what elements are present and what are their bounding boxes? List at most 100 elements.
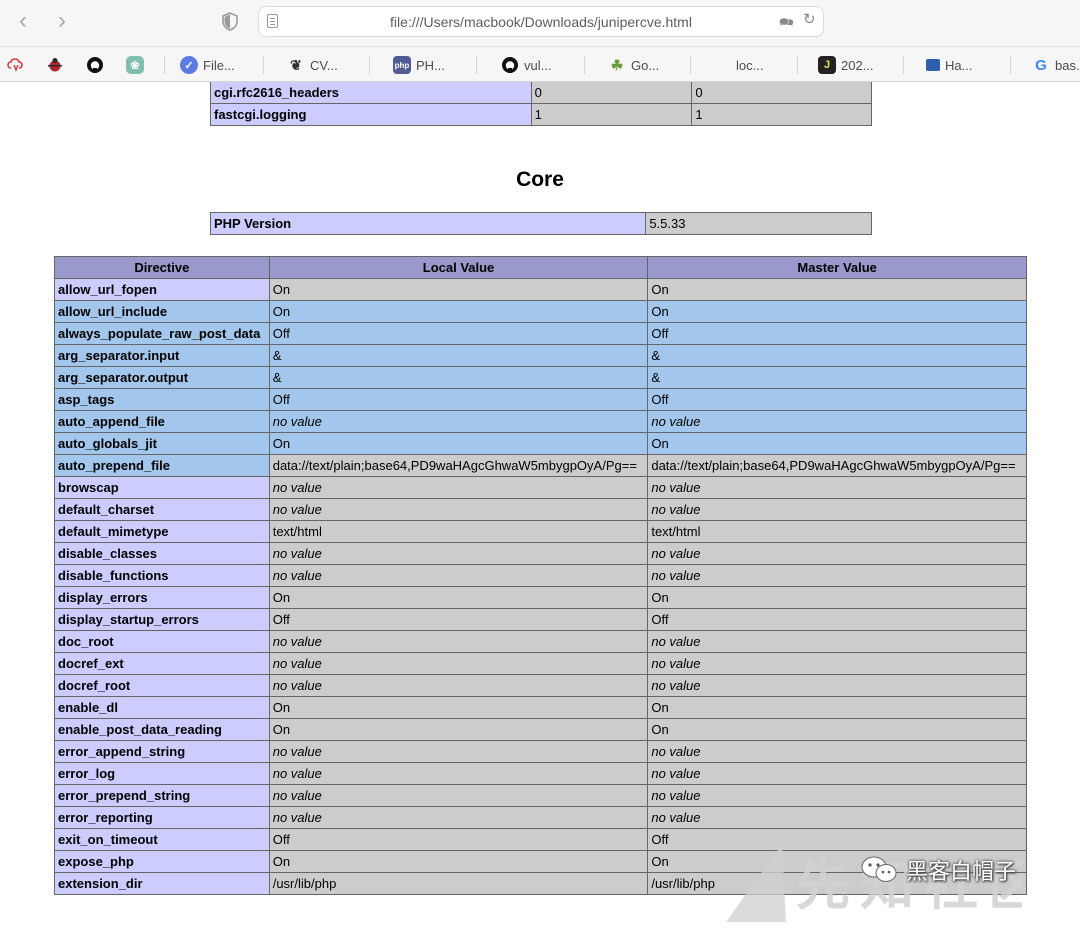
local-value: &	[268, 366, 649, 389]
master-value: 1	[691, 103, 872, 126]
table-row: asp_tags Off Off	[54, 388, 1027, 411]
directive-name: error_log	[54, 762, 270, 785]
bookmarks-bar: ❀ ✓ File... ❦ CV... php PH... vul... ☘ G…	[0, 46, 1080, 82]
master-value: no value	[647, 630, 1027, 653]
directive-name: docref_root	[54, 674, 270, 697]
directive-name: arg_separator.input	[54, 344, 270, 367]
github-icon	[87, 57, 103, 73]
bookmark-4[interactable]: vul...	[501, 54, 551, 76]
translate-icon[interactable]: 🗪	[779, 13, 794, 34]
bookmark-8[interactable]: Ha...	[926, 54, 972, 76]
shield-icon[interactable]	[222, 12, 238, 31]
table-row: docref_ext no value no value	[54, 652, 1027, 675]
local-value: no value	[268, 498, 649, 521]
local-value: data://text/plain;base64,PD9waHAgcGhwaW5…	[268, 454, 649, 477]
table-row: error_prepend_string no value no value	[54, 784, 1027, 807]
forward-button[interactable]: ›	[48, 8, 76, 36]
local-value: Off	[268, 608, 649, 631]
no-value-text: no value	[651, 656, 701, 671]
master-value: text/html	[647, 520, 1027, 543]
bookmark-1[interactable]: ✓ File...	[180, 54, 235, 76]
master-value: no value	[647, 542, 1027, 565]
table-row: display_errors On On	[54, 586, 1027, 609]
local-value: On	[268, 586, 649, 609]
bookmark-label: vul...	[524, 57, 552, 73]
bookmark-5[interactable]: ☘ Go...	[608, 54, 659, 76]
local-value: text/html	[268, 520, 649, 543]
bookmark-2[interactable]: ❦ CV...	[287, 54, 338, 76]
directive-name: exit_on_timeout	[54, 828, 270, 851]
directive-name: browscap	[54, 476, 270, 499]
no-value-text: no value	[272, 546, 322, 561]
no-value-text: no value	[651, 414, 701, 429]
no-value-text: no value	[272, 502, 322, 517]
table-row: disable_functions no value no value	[54, 564, 1027, 587]
no-value-text: no value	[272, 810, 322, 825]
bookmark-label: PH...	[416, 57, 445, 73]
no-value-text: no value	[651, 766, 701, 781]
directive-name: enable_post_data_reading	[54, 718, 270, 741]
no-value-text: no value	[272, 744, 322, 759]
bookmark-bug[interactable]	[46, 54, 64, 76]
check-badge-icon: ✓	[180, 56, 198, 74]
no-value-text: no value	[651, 568, 701, 583]
master-value: &	[647, 344, 1027, 367]
php-version-table: PHP Version 5.5.33	[209, 212, 872, 235]
master-value: no value	[647, 762, 1027, 785]
directive-name: asp_tags	[54, 388, 270, 411]
directive-name: extension_dir	[54, 872, 270, 895]
master-value: Off	[647, 388, 1027, 411]
bookmark-openai[interactable]: ❀	[126, 54, 149, 76]
master-value: no value	[647, 674, 1027, 697]
directive-name: auto_append_file	[54, 410, 270, 433]
address-bar[interactable]: file:///Users/macbook/Downloads/juniperc…	[258, 6, 824, 37]
local-value: Off	[268, 322, 649, 345]
bookmark-7[interactable]: J 202...	[818, 54, 874, 76]
local-value: On	[268, 850, 649, 873]
directive-name: always_populate_raw_post_data	[54, 322, 270, 345]
bookmark-cloud[interactable]	[6, 54, 26, 76]
github-icon	[502, 57, 518, 73]
master-value: On	[647, 586, 1027, 609]
directive-name: arg_separator.output	[54, 366, 270, 389]
google-icon: G	[1035, 56, 1047, 74]
reload-icon[interactable]: ↻	[803, 10, 816, 28]
local-value: On	[268, 300, 649, 323]
back-button[interactable]: ‹	[9, 8, 37, 36]
local-value: no value	[268, 740, 649, 763]
bug-icon	[48, 58, 62, 72]
directive-name: disable_classes	[54, 542, 270, 565]
table-row: fastcgi.logging 1 1	[210, 103, 872, 126]
table-row: always_populate_raw_post_data Off Off	[54, 322, 1027, 345]
url-text[interactable]: file:///Users/macbook/Downloads/juniperc…	[259, 14, 823, 30]
no-value-text: no value	[651, 502, 701, 517]
local-value: /usr/lib/php	[268, 872, 649, 895]
table-row: browscap no value no value	[54, 476, 1027, 499]
directive-name: display_errors	[54, 586, 270, 609]
table-row: PHP Version 5.5.33	[209, 212, 872, 235]
bookmark-9[interactable]: G bas...	[1032, 54, 1080, 76]
master-value: On	[647, 432, 1027, 455]
bookmark-github[interactable]	[86, 54, 104, 76]
directive-name: auto_globals_jit	[54, 432, 270, 455]
bookmark-label: Ha...	[945, 57, 973, 73]
plant-icon: ☘	[610, 56, 624, 73]
section-title: Core	[516, 168, 564, 191]
core-directives-table: Directive Local Value Master Value allow…	[54, 256, 1027, 895]
column-header-local: Local Value	[268, 256, 649, 279]
no-value-text: no value	[272, 678, 322, 693]
directive-name: error_reporting	[54, 806, 270, 829]
table-row: error_append_string no value no value	[54, 740, 1027, 763]
j-icon: J	[818, 56, 836, 74]
local-value: no value	[268, 806, 649, 829]
master-value: no value	[647, 564, 1027, 587]
local-value: no value	[268, 564, 649, 587]
bookmark-label: CV...	[310, 57, 338, 73]
table-row: allow_url_fopen On On	[54, 278, 1027, 301]
table-row: doc_root no value no value	[54, 630, 1027, 653]
bookmark-3[interactable]: php PH...	[393, 54, 445, 76]
openai-icon: ❀	[126, 56, 144, 74]
bookmark-6[interactable]: loc...	[736, 54, 763, 76]
local-value: no value	[268, 762, 649, 785]
local-value: no value	[268, 542, 649, 565]
